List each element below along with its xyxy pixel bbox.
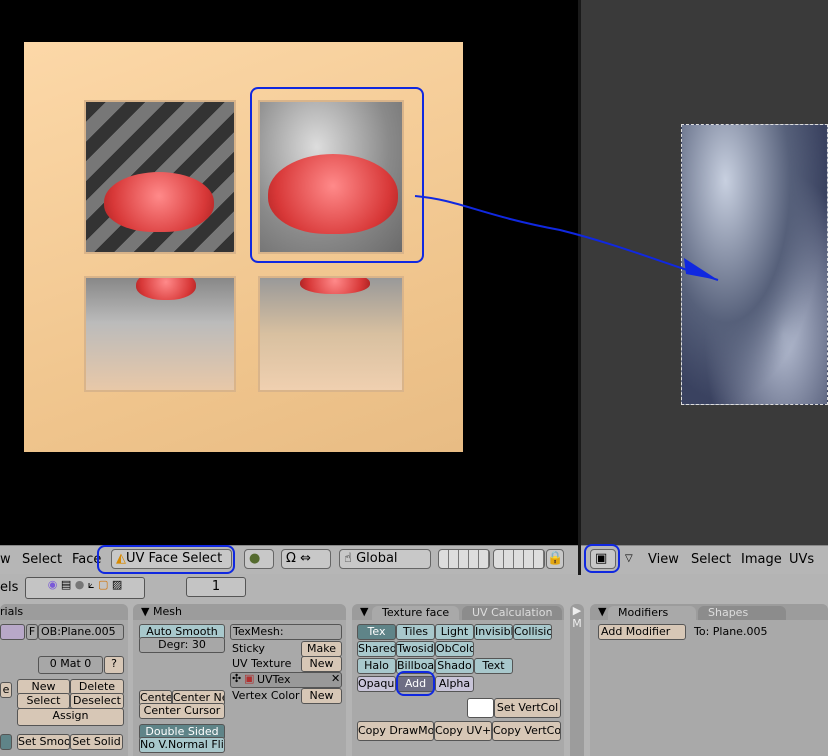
- collapse-icon[interactable]: ▼: [598, 605, 606, 618]
- material-select-button[interactable]: Select: [17, 693, 70, 709]
- draw-type-select[interactable]: ●: [244, 549, 274, 569]
- uvtex-name: UVTex: [257, 673, 291, 686]
- tab-shapes[interactable]: Shapes: [698, 606, 786, 620]
- layers-grid-2[interactable]: [493, 549, 545, 569]
- texture-face-panel: ▼ Texture face UV Calculation Tex Tiles …: [352, 604, 564, 756]
- add-modifier-button[interactable]: Add Modifier: [598, 624, 686, 640]
- material-toggle[interactable]: [0, 734, 12, 750]
- object-name-field[interactable]: OB:Plane.005: [38, 624, 124, 640]
- collapse-icon[interactable]: ▼: [141, 605, 149, 618]
- hand-icon: ☝: [344, 551, 352, 566]
- copy-drawmode-button[interactable]: Copy DrawMo: [357, 721, 434, 741]
- copy-uv-button[interactable]: Copy UV+: [434, 721, 492, 741]
- menu-view-img[interactable]: View: [648, 552, 679, 567]
- render-layer-icon[interactable]: ▣: [244, 672, 254, 685]
- sticky-label: Sticky: [232, 642, 265, 655]
- context-buttons[interactable]: ◉ ▤ ● ⟀ ▢ ▨: [25, 577, 145, 599]
- menu-select[interactable]: Select: [22, 552, 62, 567]
- material-assign-button[interactable]: Assign: [17, 708, 124, 726]
- panels-label: els: [0, 580, 19, 595]
- mesh-title: Mesh: [152, 605, 182, 618]
- vertex-color-label: Vertex Color: [232, 689, 300, 702]
- annotation-add: [396, 671, 435, 696]
- annotation-editor: [584, 544, 620, 573]
- pivot-select[interactable]: Ω ⇔: [281, 549, 331, 569]
- invisible-toggle[interactable]: Invisibl: [474, 624, 513, 640]
- material-color[interactable]: [0, 624, 25, 640]
- twosided-toggle[interactable]: Twosid: [396, 641, 435, 657]
- material-index-field[interactable]: 0 Mat 0: [38, 656, 103, 674]
- modifiers-panel: ▼ Modifiers Shapes Add Modifier To: Plan…: [590, 604, 828, 756]
- set-smooth-button[interactable]: Set Smoot: [17, 734, 70, 750]
- material-deselect-button[interactable]: Deselect: [70, 693, 124, 709]
- tab-uv-calculation[interactable]: UV Calculation: [462, 606, 563, 620]
- menu-uvs[interactable]: UVs: [789, 552, 814, 567]
- vertex-color-swatch[interactable]: [467, 698, 494, 718]
- collision-toggle[interactable]: Collisio: [513, 624, 552, 640]
- copy-vertcol-button[interactable]: Copy VertCol: [492, 721, 561, 741]
- collapse-icon[interactable]: ▼: [360, 605, 368, 618]
- texmesh-field[interactable]: TexMesh:: [230, 624, 342, 640]
- menu-image[interactable]: Image: [741, 552, 782, 567]
- annotation-mode: [97, 545, 235, 574]
- delete-layer-icon[interactable]: ✕: [331, 672, 340, 685]
- logic-icon[interactable]: ◉: [48, 578, 58, 591]
- degr-field[interactable]: Degr: 30: [139, 637, 225, 653]
- active-layer-icon[interactable]: ✣: [232, 672, 241, 685]
- materials-title: rials: [0, 604, 128, 620]
- tiles-toggle[interactable]: Tiles: [396, 624, 435, 640]
- center-cursor-button[interactable]: Center Cursor: [139, 703, 225, 719]
- objcolor-toggle[interactable]: ObColo: [435, 641, 474, 657]
- fake-user-button[interactable]: F: [26, 624, 38, 640]
- shadow-toggle[interactable]: Shado: [435, 658, 474, 674]
- text-toggle[interactable]: Text: [474, 658, 513, 674]
- halo-toggle[interactable]: Halo: [357, 658, 396, 674]
- light-toggle[interactable]: Light: [435, 624, 474, 640]
- mesh-panel: ▼ Mesh Auto Smooth Degr: 30 TexMesh: Sti…: [133, 604, 346, 756]
- material-help-button[interactable]: ?: [104, 656, 124, 674]
- side-tab-column[interactable]: ▶ M: [570, 604, 584, 756]
- editing-icon[interactable]: ▢: [98, 578, 108, 591]
- tex-toggle[interactable]: Tex: [357, 624, 396, 640]
- expand-icon[interactable]: ▶: [570, 604, 584, 617]
- layers-grid-1[interactable]: [438, 549, 490, 569]
- script-icon[interactable]: ▤: [61, 578, 71, 591]
- materials-panel: rials F OB:Plane.005 0 Mat 0 ? e New Del…: [0, 604, 128, 756]
- collapse-menu-icon[interactable]: ▽: [625, 553, 633, 564]
- alpha-radio[interactable]: Alpha: [435, 676, 474, 692]
- no-vnormal-flip-toggle[interactable]: No V.Normal Flip: [139, 737, 225, 753]
- pivot-icon: Ω ⇔: [286, 551, 311, 566]
- object-icon[interactable]: ⟀: [88, 578, 95, 591]
- menu-select-img[interactable]: Select: [691, 552, 731, 567]
- orientation-select[interactable]: ☝ Global: [339, 549, 431, 569]
- shading-icon: ●: [249, 551, 261, 566]
- material-e-button[interactable]: e: [0, 682, 12, 698]
- sticky-make-button[interactable]: Make: [301, 641, 342, 657]
- uv-texture-new-button[interactable]: New: [301, 656, 342, 672]
- set-vertcol-button[interactable]: Set VertCol: [494, 698, 561, 718]
- uv-texture-label: UV Texture: [232, 657, 292, 670]
- scene-icon[interactable]: ▨: [112, 578, 122, 591]
- opaque-radio[interactable]: Opaque: [357, 676, 396, 692]
- vertex-color-new-button[interactable]: New: [301, 688, 342, 704]
- lock-icon[interactable]: 🔒: [546, 549, 564, 569]
- shading-ball-icon[interactable]: ●: [75, 578, 85, 591]
- modifier-target-label: To: Plane.005: [694, 625, 768, 638]
- tab-modifiers[interactable]: Modifiers: [608, 606, 696, 620]
- side-tab-label: M: [572, 617, 582, 630]
- frame-field[interactable]: 1: [186, 577, 246, 597]
- tab-texture-face[interactable]: Texture face: [372, 606, 460, 620]
- set-solid-button[interactable]: Set Solid: [70, 734, 123, 750]
- menu-view[interactable]: w: [0, 552, 11, 567]
- shared-toggle[interactable]: Shared: [357, 641, 396, 657]
